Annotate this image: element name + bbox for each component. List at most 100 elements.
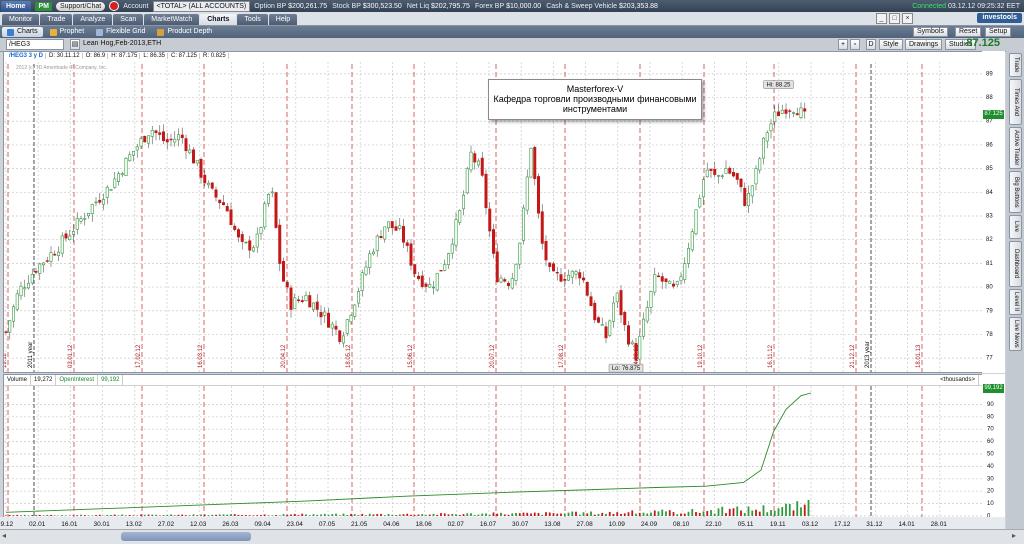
alert-icon[interactable] <box>109 1 119 11</box>
sidebar-times-and-sales[interactable]: Times And Sales <box>1009 79 1022 125</box>
subtab-prophet[interactable]: Prophet <box>45 27 90 37</box>
volume-bar-up <box>489 515 491 516</box>
tab-monitor[interactable]: Monitor <box>2 14 39 25</box>
chart-type-icon[interactable]: ▤ <box>70 39 80 50</box>
volume-bar-up <box>166 515 168 516</box>
candle-down <box>155 131 157 133</box>
scroll-thumb[interactable] <box>121 532 251 541</box>
volume-bar-down <box>13 515 15 516</box>
symbol-description: Lean Hog,Feb-2013,ETH <box>83 40 161 47</box>
date-axis-labels: 19.1202.0116.0130.0113.0227.0212.0326.03… <box>0 517 1005 529</box>
subtab-product-depth[interactable]: Product Depth <box>152 27 217 37</box>
volume-bar-up <box>346 515 348 516</box>
subtab-flexible-grid[interactable]: Flexible Grid <box>91 27 150 37</box>
home-button[interactable]: Home <box>1 1 31 12</box>
tab-analyze[interactable]: Analyze <box>73 14 112 25</box>
symbol-input[interactable]: /HEG3 <box>6 39 64 50</box>
candle-up <box>676 282 678 285</box>
style-button[interactable]: Style <box>879 39 903 50</box>
volume-bar-up <box>721 507 723 516</box>
period-d-button[interactable]: D <box>866 39 876 50</box>
sidebar-big-buttons[interactable]: Big Buttons <box>1009 171 1022 213</box>
candle-down <box>54 254 56 255</box>
volume-bar-down <box>804 505 806 516</box>
volume-bar-up <box>91 515 93 516</box>
drawings-button[interactable]: Drawings <box>905 39 942 50</box>
sidebar-active-trader[interactable]: Active Trader <box>1009 127 1022 169</box>
note-line-3: инструментами <box>489 104 701 114</box>
close-icon[interactable]: × <box>902 13 913 24</box>
scroll-left-icon[interactable]: ◂ <box>2 531 6 540</box>
period-marker-label: 20.07.12 <box>490 344 496 368</box>
volume-bar-down <box>395 515 397 516</box>
volume-pane[interactable]: Volume19,272OpenInterest99,192 <thousand… <box>3 374 983 518</box>
sidebar-live-news[interactable]: Live News <box>1009 317 1022 351</box>
symbols-button[interactable]: Symbols <box>913 27 948 37</box>
candle-up <box>117 174 119 182</box>
tab-help[interactable]: Help <box>269 14 297 25</box>
volume-bar-up <box>688 512 690 516</box>
sidebar-level-ii[interactable]: Level II <box>1009 289 1022 315</box>
price-chart-pane[interactable]: 19.122011 year03.01.1217.02.1216.03.1220… <box>3 51 983 373</box>
volume-bar-down <box>290 514 292 516</box>
candle-down <box>744 188 746 205</box>
date-tick-label: 17.12 <box>834 521 851 528</box>
candle-down <box>200 159 202 177</box>
date-tick-label: 16.01 <box>61 521 78 528</box>
crosshair-icon[interactable]: + <box>838 39 848 50</box>
candle-down <box>297 300 299 301</box>
annotation-note[interactable]: Masterforex-V Кафедра торговли производн… <box>488 79 702 120</box>
candle-down <box>46 261 48 262</box>
volume-bar-up <box>118 515 120 516</box>
volume-bar-up <box>283 514 285 516</box>
candle-down <box>552 264 554 271</box>
minimize-icon[interactable]: _ <box>876 13 887 24</box>
tab-marketwatch[interactable]: MarketWatch <box>144 14 199 25</box>
date-tick-label: 27.02 <box>158 521 175 528</box>
candle-down <box>320 312 322 317</box>
time-scrollbar[interactable]: ◂ ▸ <box>0 529 1024 544</box>
tab-charts[interactable]: Charts <box>200 14 236 25</box>
candle-down <box>170 139 172 140</box>
sidebar-trade[interactable]: Trade <box>1009 53 1022 77</box>
volume-bar-up <box>451 514 453 516</box>
date-tick-label: 08.10 <box>673 521 690 528</box>
tab-tools[interactable]: Tools <box>237 14 267 25</box>
volume-bar-up <box>650 513 652 516</box>
account-select[interactable]: <TOTAL> (ALL ACCOUNTS) <box>153 1 251 12</box>
candle-up <box>87 213 89 216</box>
candle-down <box>249 241 251 250</box>
sidebar-live[interactable]: Live <box>1009 215 1022 239</box>
setup-button[interactable]: Setup <box>985 27 1011 37</box>
date-tick-label: 21.05 <box>351 521 368 528</box>
pm-button[interactable]: PM <box>35 2 52 11</box>
volume-bar-up <box>391 515 393 516</box>
support-chat-button[interactable]: Support/Chat <box>56 2 105 11</box>
subtab-charts[interactable]: Charts <box>2 27 43 37</box>
scroll-right-icon[interactable]: ▸ <box>1012 531 1016 540</box>
price-tick-label: 84 <box>986 190 993 196</box>
tab-scan[interactable]: Scan <box>113 14 143 25</box>
candle-up <box>24 288 26 289</box>
tab-trade[interactable]: Trade <box>40 14 72 25</box>
volume-bar-up <box>305 514 307 516</box>
connection-status: Connected 03.12.12 09:25:32 EET <box>912 3 1020 10</box>
volume-bar-down <box>673 512 675 516</box>
volume-tick-label: 10 <box>987 501 994 507</box>
volume-bar-down <box>256 515 258 516</box>
reset-button[interactable]: Reset <box>955 27 981 37</box>
candle-up <box>39 264 41 273</box>
period-marker-label: 16.03.12 <box>198 344 204 368</box>
zoom-icon[interactable]: ▫ <box>850 39 860 50</box>
restore-icon[interactable]: □ <box>889 13 900 24</box>
date-tick-label: 22.10 <box>705 521 722 528</box>
volume-bar-down <box>268 515 270 516</box>
last-price-marker: 87.125 <box>983 110 1004 119</box>
volume-tick-label: 40 <box>987 464 994 470</box>
candle-up <box>762 138 764 158</box>
candle-up <box>429 284 431 287</box>
candle-up <box>459 210 461 222</box>
candle-down <box>421 276 423 287</box>
candle-up <box>500 278 502 282</box>
sidebar-dashboard[interactable]: Dashboard <box>1009 241 1022 287</box>
